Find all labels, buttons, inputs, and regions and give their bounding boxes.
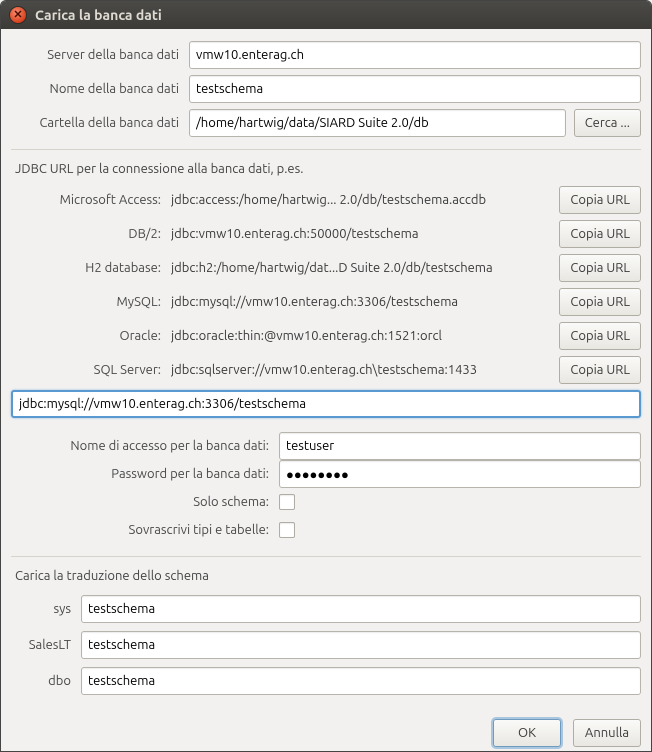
overwrite-label: Sovrascrivi tipi e tabelle:: [11, 523, 271, 537]
row-db-name: Nome della banca dati: [11, 75, 641, 103]
copy-url-button[interactable]: Copia URL: [559, 186, 641, 214]
jdbc-name: DB/2:: [11, 227, 161, 241]
copy-url-button[interactable]: Copia URL: [559, 220, 641, 248]
translation-section-label: Carica la traduzione dello schema: [11, 565, 641, 585]
jdbc-name: Microsoft Access:: [11, 193, 161, 207]
copy-url-button[interactable]: Copia URL: [559, 288, 641, 316]
dialog-footer: OK Annulla: [11, 701, 641, 747]
ok-button[interactable]: OK: [493, 719, 561, 747]
schema-name: sys: [11, 602, 71, 616]
schema-only-label: Solo schema:: [11, 495, 271, 509]
window-title: Carica la banca dati: [35, 7, 162, 23]
row-server: Server della banca dati: [11, 41, 641, 69]
jdbc-url: jdbc:mysql://vmw10.enterag.ch:3306/tests…: [171, 295, 549, 309]
db-folder-input[interactable]: [189, 109, 566, 137]
dialog-window: ✕ Carica la banca dati Server della banc…: [0, 0, 652, 752]
schema-name: SalesLT: [11, 638, 71, 652]
auth-section: Nome di accesso per la banca dati: Passw…: [11, 432, 641, 544]
username-input[interactable]: [279, 432, 641, 460]
overwrite-checkbox[interactable]: [279, 522, 295, 538]
schema-translation-grid: sys SalesLT dbo: [11, 595, 641, 695]
jdbc-name: H2 database:: [11, 261, 161, 275]
jdbc-url: jdbc:h2:/home/hartwig/dat...D Suite 2.0/…: [171, 261, 549, 275]
jdbc-url: jdbc:oracle:thin:@vmw10.enterag.ch:1521:…: [171, 329, 549, 343]
schema-name: dbo: [11, 674, 71, 688]
titlebar: ✕ Carica la banca dati: [1, 1, 651, 29]
server-label: Server della banca dati: [11, 48, 181, 62]
jdbc-section-label: JDBC URL per la connessione alla banca d…: [11, 158, 641, 178]
schema-value-input[interactable]: [81, 667, 641, 695]
db-name-label: Nome della banca dati: [11, 82, 181, 96]
copy-url-button[interactable]: Copia URL: [559, 322, 641, 350]
jdbc-url: jdbc:access:/home/hartwig... 2.0/db/test…: [171, 193, 549, 207]
db-folder-label: Cartella della banca dati: [11, 116, 181, 130]
cancel-button[interactable]: Annulla: [573, 719, 641, 747]
jdbc-url: jdbc:sqlserver://vmw10.enterag.ch\testsc…: [171, 363, 549, 377]
separator: [11, 556, 641, 557]
jdbc-url-input[interactable]: [11, 390, 641, 418]
dialog-content: Server della banca dati Nome della banca…: [1, 29, 651, 751]
password-input[interactable]: [279, 460, 641, 488]
schema-only-checkbox[interactable]: [279, 494, 295, 510]
row-db-folder: Cartella della banca dati Cerca ...: [11, 109, 641, 137]
jdbc-name: MySQL:: [11, 295, 161, 309]
jdbc-url: jdbc:vmw10.enterag.ch:50000/testschema: [171, 227, 549, 241]
schema-value-input[interactable]: [81, 631, 641, 659]
schema-value-input[interactable]: [81, 595, 641, 623]
username-label: Nome di accesso per la banca dati:: [11, 439, 271, 453]
jdbc-examples: Microsoft Access: jdbc:access:/home/hart…: [11, 186, 641, 418]
server-input[interactable]: [189, 41, 641, 69]
jdbc-name: SQL Server:: [11, 363, 161, 377]
separator: [11, 149, 641, 150]
password-label: Password per la banca dati:: [11, 467, 271, 481]
copy-url-button[interactable]: Copia URL: [559, 254, 641, 282]
browse-button[interactable]: Cerca ...: [574, 109, 641, 137]
copy-url-button[interactable]: Copia URL: [559, 356, 641, 384]
db-name-input[interactable]: [189, 75, 641, 103]
jdbc-name: Oracle:: [11, 329, 161, 343]
close-icon[interactable]: ✕: [9, 6, 27, 24]
